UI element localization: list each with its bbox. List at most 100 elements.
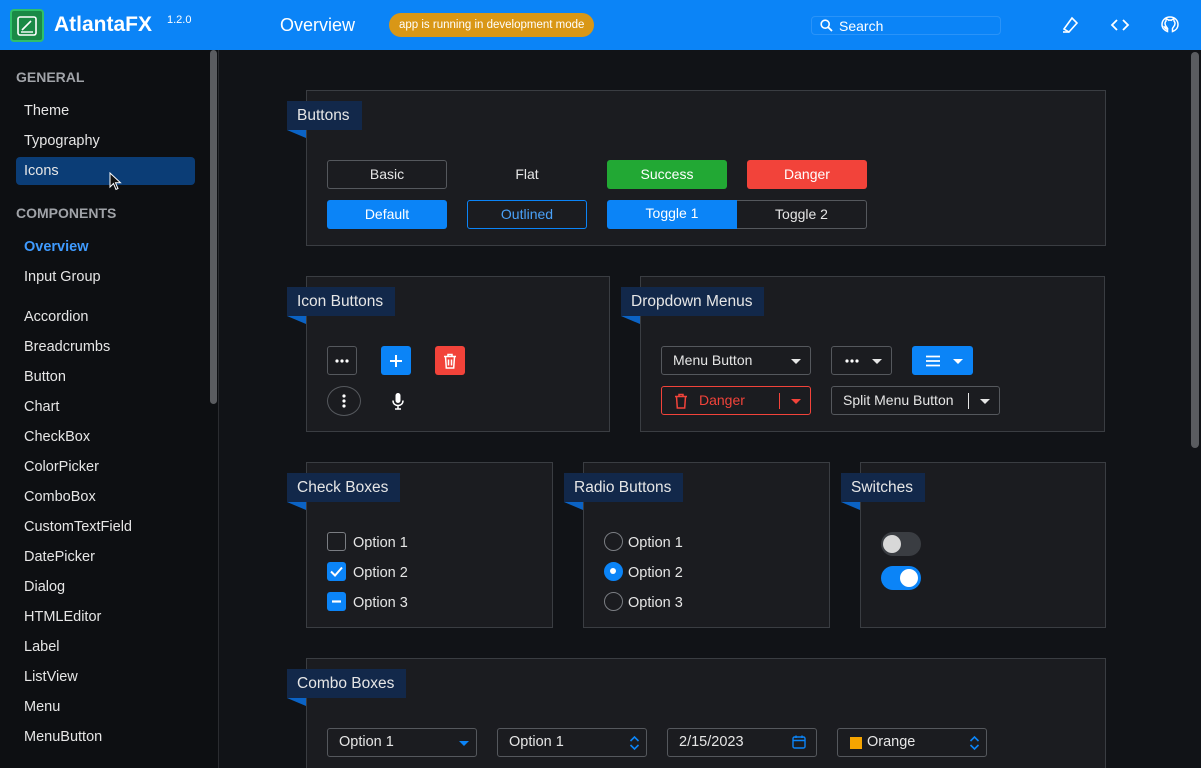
plus-icon [390, 354, 402, 367]
split-divider [779, 393, 780, 409]
app-version: 1.2.0 [167, 14, 192, 26]
buttons-card-title: Buttons [287, 101, 362, 130]
sidebar-item-menu[interactable]: Menu [16, 693, 195, 721]
card-title-tab-marker [841, 502, 860, 510]
hamburger-icon [926, 355, 940, 367]
sidebar-item-customtextfield[interactable]: CustomTextField [16, 513, 195, 541]
chevron-down-icon [459, 741, 469, 746]
danger-split-label: Danger [699, 392, 745, 408]
sidebar-item-datepicker[interactable]: DatePicker [16, 543, 195, 571]
more-menu-button[interactable] [831, 346, 892, 375]
choice-box-value: Option 1 [509, 734, 564, 750]
dev-mode-badge: app is running in development mode [389, 13, 595, 37]
sidebar-item-overview[interactable]: Overview [16, 233, 195, 261]
combo-box[interactable]: Option 1 [327, 728, 477, 757]
toggle-2-button[interactable]: Toggle 2 [737, 200, 867, 229]
chevron-down-icon[interactable] [980, 399, 990, 404]
radio-option-2[interactable] [604, 562, 623, 581]
success-button[interactable]: Success [607, 160, 727, 189]
sidebar-item-theme[interactable]: Theme [16, 97, 195, 125]
sidebar-item-htmleditor[interactable]: HTMLEditor [16, 603, 195, 631]
sidebar-scrollbar-thumb[interactable] [210, 50, 217, 404]
radio-dot [610, 568, 616, 574]
sidebar-item-chart[interactable]: Chart [16, 393, 195, 421]
checkbox-option-1-label: Option 1 [353, 535, 408, 551]
trash-icon [675, 393, 687, 409]
radio-option-1[interactable] [604, 532, 623, 551]
card-title-tab-marker [287, 130, 306, 138]
trash-icon [444, 353, 456, 369]
choice-box[interactable]: Option 1 [497, 728, 647, 757]
flat-button[interactable]: Flat [467, 160, 587, 189]
delete-button[interactable] [435, 346, 465, 375]
github-icon[interactable] [1159, 14, 1181, 36]
combo-box-value: Option 1 [339, 734, 394, 750]
sidebar-item-colorpicker[interactable]: ColorPicker [16, 453, 195, 481]
more-horizontal-button[interactable] [327, 346, 357, 375]
date-picker-value: 2/15/2023 [679, 734, 744, 750]
sidebar-item-dialog[interactable]: Dialog [16, 573, 195, 601]
date-picker[interactable]: 2/15/2023 [667, 728, 817, 757]
microphone-button[interactable] [383, 386, 413, 415]
app-logo-icon [10, 9, 44, 42]
split-menu-button[interactable]: Split Menu Button [831, 386, 1000, 415]
card-title-tab-marker [287, 316, 306, 324]
sidebar-item-listview[interactable]: ListView [16, 663, 195, 691]
combo-boxes-card-title: Combo Boxes [287, 669, 407, 698]
card-title-tab-marker [287, 698, 306, 706]
sidebar-item-combobox[interactable]: ComboBox [16, 483, 195, 511]
split-divider [968, 393, 969, 409]
radio-option-2-label: Option 2 [628, 565, 683, 581]
sidebar-group-components: COMPONENTS [16, 205, 117, 221]
search-box[interactable] [811, 16, 1001, 35]
basic-button[interactable]: Basic [327, 160, 447, 189]
check-boxes-card-title: Check Boxes [287, 473, 401, 502]
chevron-down-icon [953, 359, 963, 364]
sidebar-item-input-group[interactable]: Input Group [16, 263, 195, 291]
search-input[interactable] [839, 17, 989, 34]
color-picker-value: Orange [867, 734, 916, 750]
card-title-tab-marker [564, 502, 583, 510]
add-button[interactable] [381, 346, 411, 375]
color-picker[interactable]: Orange [837, 728, 987, 757]
up-down-chevron-icon [969, 735, 980, 751]
theme-paint-icon[interactable] [1059, 14, 1081, 36]
toggle-1-button[interactable]: Toggle 1 [607, 200, 737, 229]
checkbox-option-2[interactable] [327, 562, 346, 581]
card-title-tab-marker [621, 316, 640, 324]
color-swatch [850, 737, 862, 749]
sidebar-item-button[interactable]: Button [16, 363, 195, 391]
default-button[interactable]: Default [327, 200, 447, 229]
menu-button[interactable]: Menu Button [661, 346, 811, 375]
page-title: Overview [280, 15, 356, 35]
switch-knob [900, 569, 918, 587]
app-name: AtlantaFX [54, 13, 153, 36]
sidebar-item-menubutton[interactable]: MenuButton [16, 723, 195, 751]
main-scrollbar-thumb[interactable] [1191, 52, 1199, 448]
sidebar-item-checkbox[interactable]: CheckBox [16, 423, 195, 451]
checkbox-option-1[interactable] [327, 532, 346, 551]
switch-on[interactable] [881, 566, 921, 590]
danger-button[interactable]: Danger [747, 160, 867, 189]
microphone-icon [392, 392, 404, 410]
switches-card-title: Switches [841, 473, 926, 502]
search-icon [820, 19, 833, 32]
radio-option-3[interactable] [604, 592, 623, 611]
outlined-button[interactable]: Outlined [467, 200, 587, 229]
sidebar-item-label[interactable]: Label [16, 633, 195, 661]
danger-split-menu-button[interactable]: Danger [661, 386, 811, 415]
card-title-tab-marker [287, 502, 306, 510]
sidebar-item-icons[interactable]: Icons [16, 157, 195, 185]
sidebar-item-accordion[interactable]: Accordion [16, 303, 195, 331]
chevron-down-icon[interactable] [791, 399, 801, 404]
sidebar: GENERAL Theme Typography Icons COMPONENT… [0, 50, 219, 768]
calendar-icon[interactable] [792, 735, 806, 749]
sidebar-item-breadcrumbs[interactable]: Breadcrumbs [16, 333, 195, 361]
checkbox-option-3[interactable] [327, 592, 346, 611]
more-vertical-button[interactable] [327, 386, 361, 416]
more-horizontal-icon [845, 359, 859, 363]
sidebar-item-typography[interactable]: Typography [16, 127, 195, 155]
hamburger-menu-button[interactable] [912, 346, 973, 375]
source-code-icon[interactable] [1109, 14, 1131, 36]
switch-off[interactable] [881, 532, 921, 556]
